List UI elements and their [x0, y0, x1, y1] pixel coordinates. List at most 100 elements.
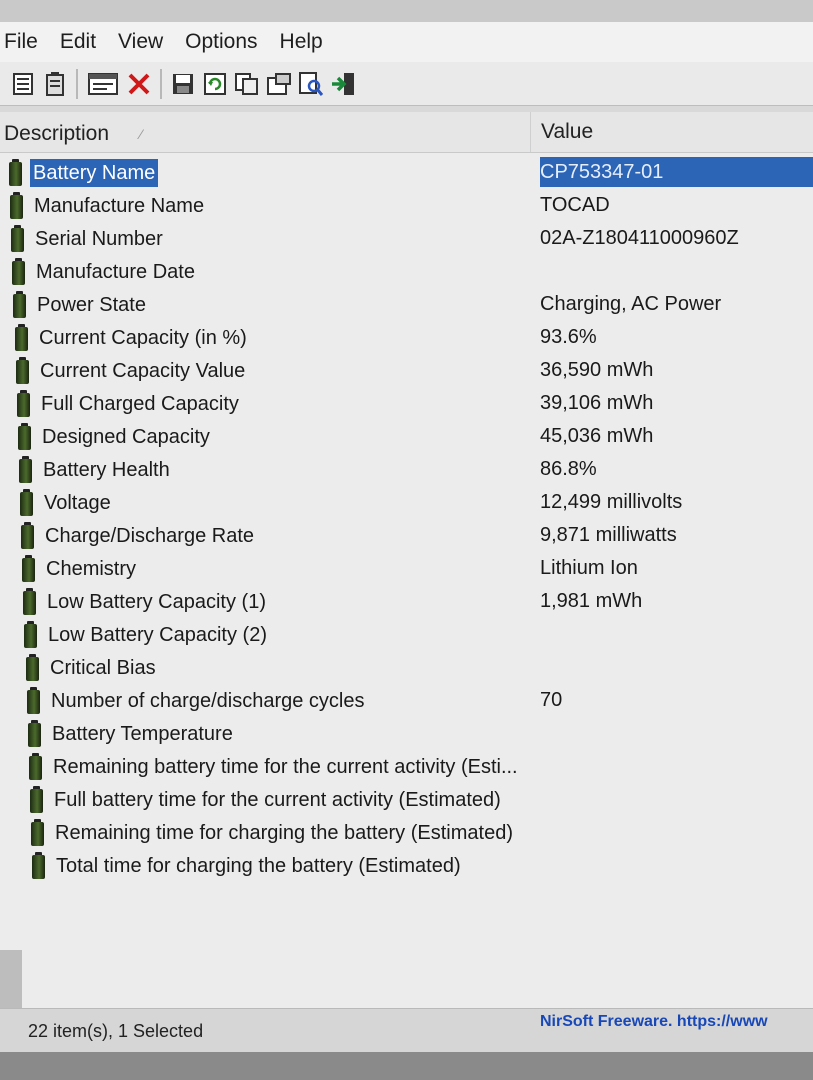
- row-description: Current Capacity Value: [40, 360, 246, 382]
- toolbar-separator: [76, 68, 78, 99]
- table-row[interactable]: Low Battery Capacity (2): [0, 618, 813, 651]
- table-row[interactable]: Remaining time for charging the battery …: [0, 816, 813, 849]
- row-description: Battery Temperature: [52, 723, 233, 745]
- battery-icon: [26, 654, 39, 681]
- table-row[interactable]: Chemistry Lithium Ion: [0, 552, 813, 585]
- menu-edit[interactable]: Edit: [56, 30, 108, 54]
- row-description: Battery Name: [30, 159, 159, 187]
- properties-icon-2[interactable]: [266, 70, 292, 98]
- battery-icon: [10, 192, 23, 219]
- refresh-icon[interactable]: [202, 70, 228, 98]
- row-value: 1,981 mWh: [540, 590, 643, 612]
- menu-bar: File Edit View Options Help: [0, 22, 813, 62]
- properties-icon[interactable]: [86, 70, 120, 98]
- column-divider[interactable]: [530, 112, 531, 152]
- row-value: [540, 751, 813, 781]
- save-icon[interactable]: [170, 70, 196, 98]
- table-row[interactable]: Battery Temperature: [0, 717, 813, 750]
- table-row[interactable]: Manufacture Date: [0, 255, 813, 288]
- row-description: Chemistry: [46, 558, 137, 580]
- battery-icon: [13, 291, 26, 318]
- battery-icon: [31, 819, 44, 846]
- status-bar: 22 item(s), 1 Selected NirSoft Freeware.…: [0, 1008, 813, 1053]
- table-row[interactable]: Charge/Discharge Rate 9,871 milliwatts: [0, 519, 813, 552]
- table-row[interactable]: Serial Number 02A-Z180411000960Z: [0, 222, 813, 255]
- table-row[interactable]: Current Capacity (in %) 93.6%: [0, 321, 813, 354]
- table-row[interactable]: Battery Health 86.8%: [0, 453, 813, 486]
- row-description: Power State: [37, 294, 146, 316]
- save-icon-small[interactable]: [42, 70, 68, 98]
- menu-help[interactable]: Help: [276, 30, 335, 54]
- row-value: CP753347-01: [540, 157, 813, 187]
- row-value: 02A-Z180411000960Z: [540, 227, 739, 249]
- row-description: Current Capacity (in %): [39, 327, 247, 349]
- window-edge: [0, 950, 22, 1010]
- row-value: [540, 817, 813, 847]
- row-value: [540, 256, 813, 286]
- nirsoft-link[interactable]: NirSoft Freeware. https://www: [540, 1013, 768, 1031]
- row-description: Manufacture Name: [34, 195, 205, 217]
- table-row[interactable]: Manufacture Name TOCAD: [0, 189, 813, 222]
- row-value: 93.6%: [540, 326, 597, 348]
- table-row[interactable]: Critical Bias: [0, 651, 813, 684]
- row-description: Low Battery Capacity (1): [47, 591, 266, 613]
- row-value: 9,871 milliwatts: [540, 524, 677, 546]
- battery-icon: [18, 423, 31, 450]
- table-row[interactable]: Full battery time for the current activi…: [0, 783, 813, 816]
- battery-icon: [9, 159, 22, 186]
- copy-icon[interactable]: [234, 70, 260, 98]
- table-row[interactable]: Full Charged Capacity 39,106 mWh: [0, 387, 813, 420]
- table-row[interactable]: Low Battery Capacity (1) 1,981 mWh: [0, 585, 813, 618]
- battery-icon: [19, 456, 32, 483]
- row-description: Full Charged Capacity: [41, 393, 239, 415]
- row-description: Serial Number: [35, 228, 163, 250]
- row-value: 36,590 mWh: [540, 359, 654, 381]
- battery-icon: [32, 852, 45, 879]
- row-description: Remaining battery time for the current a…: [53, 756, 518, 778]
- row-value: 12,499 millivolts: [540, 491, 683, 513]
- table-row[interactable]: Total time for charging the battery (Est…: [0, 849, 813, 882]
- row-description: Full battery time for the current activi…: [54, 789, 501, 811]
- find-icon[interactable]: [298, 70, 324, 98]
- row-description: Battery Health: [43, 459, 170, 481]
- row-description: Charge/Discharge Rate: [45, 525, 254, 547]
- battery-icon: [21, 522, 34, 549]
- exit-icon[interactable]: [330, 70, 356, 98]
- column-header-description[interactable]: Description: [4, 122, 109, 146]
- row-value: Charging, AC Power: [540, 293, 722, 315]
- row-value: 45,036 mWh: [540, 425, 654, 447]
- status-item-count: 22 item(s), 1 Selected: [28, 1021, 204, 1041]
- sort-indicator-icon: ⁄: [140, 126, 143, 142]
- row-description: Voltage: [44, 492, 111, 514]
- row-value: 39,106 mWh: [540, 392, 654, 414]
- table-row[interactable]: Remaining battery time for the current a…: [0, 750, 813, 783]
- column-header-value[interactable]: Value: [541, 120, 593, 144]
- table-row[interactable]: Power State Charging, AC Power: [0, 288, 813, 321]
- table-row[interactable]: Designed Capacity 45,036 mWh: [0, 420, 813, 453]
- row-description: Critical Bias: [50, 657, 156, 679]
- table-row[interactable]: Battery Name CP753347-01: [0, 156, 813, 189]
- row-description: Manufacture Date: [36, 261, 195, 283]
- row-description: Remaining time for charging the battery …: [55, 822, 513, 844]
- row-description: Designed Capacity: [42, 426, 210, 448]
- row-value: [540, 619, 813, 649]
- menu-file[interactable]: File: [0, 30, 50, 54]
- row-value: 86.8%: [540, 458, 597, 480]
- delete-icon[interactable]: [126, 70, 152, 98]
- row-value: [540, 850, 813, 880]
- menu-options[interactable]: Options: [181, 30, 269, 54]
- html-report-icon[interactable]: [10, 70, 36, 98]
- menu-view[interactable]: View: [114, 30, 175, 54]
- table-row[interactable]: Number of charge/discharge cycles 70: [0, 684, 813, 717]
- table-row[interactable]: Current Capacity Value 36,590 mWh: [0, 354, 813, 387]
- row-value: 70: [540, 689, 563, 711]
- row-value: [540, 784, 813, 814]
- battery-icon: [29, 753, 42, 780]
- battery-icon: [24, 621, 37, 648]
- battery-info-list[interactable]: Description ⁄ Value Battery Name CP753347…: [0, 112, 813, 1012]
- battery-icon: [15, 324, 28, 351]
- table-row[interactable]: Voltage 12,499 millivolts: [0, 486, 813, 519]
- row-value: [540, 652, 813, 682]
- row-description: Low Battery Capacity (2): [48, 624, 267, 646]
- battery-icon: [30, 786, 43, 813]
